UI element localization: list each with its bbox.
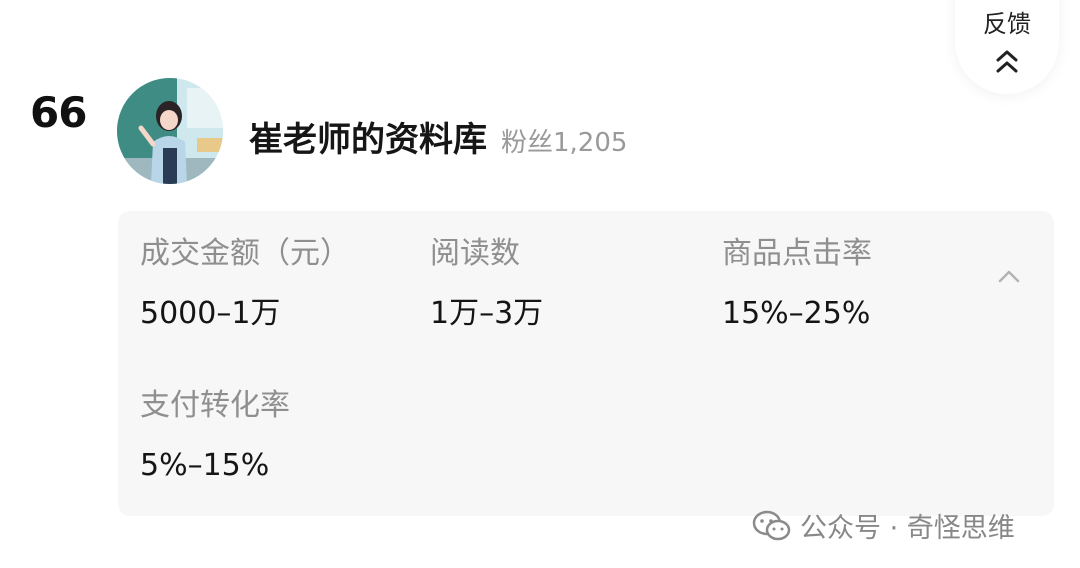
wechat-icon xyxy=(752,510,791,540)
metric-conversion-rate: 支付转化率 5%–15% xyxy=(140,391,290,481)
metric-reads: 阅读数 1万–3万 xyxy=(430,239,543,329)
account-header: 崔老师的资料库 粉丝1,205 xyxy=(249,112,627,161)
metric-label: 支付转化率 xyxy=(140,388,290,423)
teacher-avatar-image xyxy=(117,78,223,184)
chevron-up-icon[interactable] xyxy=(996,267,1022,285)
metric-label: 阅读数 xyxy=(430,236,520,271)
fans-count: 粉丝1,205 xyxy=(501,128,628,158)
metric-deal-amount: 成交金额（元） 5000–1万 xyxy=(140,239,350,329)
watermark-text: 公众号 · 奇怪思维 xyxy=(800,513,1015,544)
metrics-panel: 成交金额（元） 5000–1万 阅读数 1万–3万 商品点击率 15%–25% … xyxy=(118,211,1054,516)
account-name[interactable]: 崔老师的资料库 xyxy=(249,112,487,161)
metric-label: 商品点击率 xyxy=(722,236,872,271)
metric-value: 5%–15% xyxy=(140,448,270,483)
metric-label: 成交金额（元） xyxy=(140,236,350,271)
metric-value: 1万–3万 xyxy=(430,296,544,331)
rank-number: 66 xyxy=(30,88,87,137)
feedback-button[interactable]: 反馈 xyxy=(955,0,1059,94)
double-chevron-up-icon xyxy=(996,50,1018,73)
avatar[interactable] xyxy=(117,78,223,184)
metric-value: 15%–25% xyxy=(722,296,871,331)
metric-click-rate: 商品点击率 15%–25% xyxy=(722,239,872,329)
feedback-label: 反馈 xyxy=(983,10,1031,38)
watermark: 公众号 · 奇怪思维 xyxy=(752,506,1015,545)
metric-value: 5000–1万 xyxy=(140,296,281,331)
